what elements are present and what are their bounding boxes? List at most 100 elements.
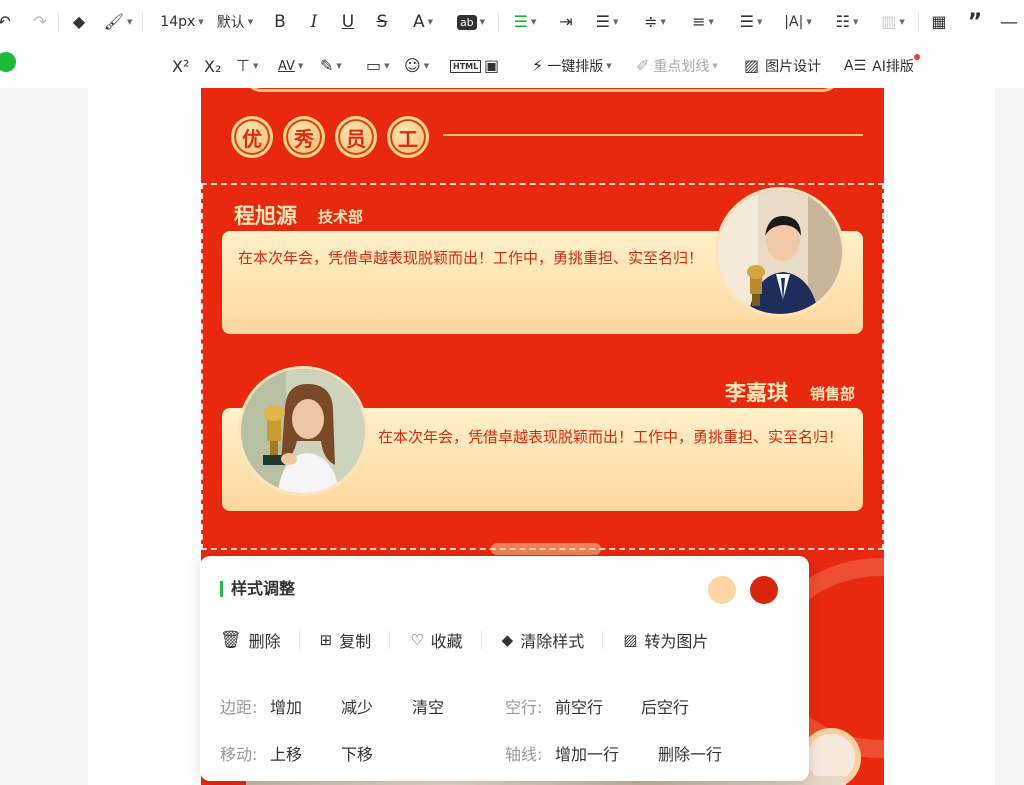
- title-divider: [443, 134, 863, 136]
- font-family-select[interactable]: 默认 ▼: [214, 8, 256, 36]
- emoji-icon[interactable]: ☺ ▼: [404, 52, 436, 80]
- toolbox-icon[interactable]: ▣: [484, 52, 506, 80]
- trash-icon: 🗑: [220, 630, 242, 650]
- ai-layout-label: AI排版: [872, 59, 914, 75]
- image-icon: ▨: [744, 56, 760, 75]
- delete-label: 删除: [248, 632, 281, 651]
- move-label: 移动:: [220, 745, 258, 764]
- font-color-icon[interactable]: A ▼: [406, 8, 440, 36]
- convert-to-image-label: 转为图片: [644, 632, 709, 651]
- color-swatch-red[interactable]: [750, 576, 778, 604]
- employee-description: 在本次年会，凭借卓越表现脱颖而出！工作中，勇挑重担、实至名归！: [238, 249, 704, 267]
- move-up-button[interactable]: 上移: [270, 741, 302, 765]
- letter-spacing-icon[interactable]: |A| ▼: [780, 8, 816, 36]
- title-badge: 秀: [283, 116, 325, 158]
- one-key-layout-label: 一键排版: [547, 59, 604, 75]
- image-design-button[interactable]: ▨ 图片设计: [744, 52, 830, 80]
- lightning-icon: ⚡: [532, 56, 544, 75]
- title-badge: 员: [335, 116, 377, 158]
- font-size-value: 14px: [160, 14, 196, 30]
- copy-label: 复制: [339, 632, 372, 651]
- delete-button[interactable]: 🗑 删除: [220, 628, 299, 652]
- top-frame-decoration: [245, 88, 839, 92]
- paragraph-spacing-icon[interactable]: ≡ ▼: [686, 8, 720, 36]
- ai-text-icon: A☰: [844, 58, 867, 74]
- highlight-underline-label: 重点划线: [653, 59, 710, 75]
- line-height-icon[interactable]: ≑ ▼: [638, 8, 672, 36]
- favorite-label: 收藏: [430, 632, 463, 651]
- font-family-value: 默认: [216, 15, 245, 31]
- move-down-button[interactable]: 下移: [341, 741, 373, 765]
- convert-to-image-button[interactable]: ▨ 转为图片: [623, 628, 726, 652]
- section-title: 优 秀 员 工: [231, 116, 429, 158]
- color-swatch-light[interactable]: [708, 576, 736, 604]
- margin-increase-button[interactable]: 增加: [270, 694, 302, 718]
- list-icon[interactable]: ☷ ▼: [830, 8, 864, 36]
- employee-description: 在本次年会，凭借卓越表现脱颖而出！工作中，勇挑重担、实至名归！: [378, 428, 844, 446]
- copy-icon: ⊞: [319, 631, 333, 649]
- italic-icon[interactable]: I: [304, 8, 324, 36]
- html-icon[interactable]: HTML: [450, 52, 482, 80]
- image-icon: ▨: [623, 631, 638, 649]
- clear-style-button[interactable]: ◆ 清除样式: [502, 628, 603, 652]
- employee-dept: 技术部: [318, 208, 364, 226]
- eraser-icon: ◆: [501, 631, 514, 649]
- popup-title: 样式调整: [220, 581, 295, 597]
- employee-photo: [238, 366, 368, 496]
- align-left-icon[interactable]: ☰ ▼: [508, 8, 542, 36]
- year-decoration: [491, 543, 601, 555]
- underline-icon[interactable]: U: [338, 8, 358, 36]
- employee-dept: 销售部: [810, 385, 856, 403]
- column-icon[interactable]: ▥ ▼: [876, 8, 910, 36]
- employee-name: 程旭源: [234, 204, 297, 228]
- pen-icon: ✐: [636, 56, 650, 75]
- font-size-select[interactable]: 14px ▼: [156, 8, 208, 36]
- style-adjust-popup: 样式调整 🗑 删除 ⊞ 复制 ♡ 收藏 ◆ 清除样式 ▨ 转为图片 边距: 增加 减少 清…: [200, 556, 809, 781]
- ai-layout-button[interactable]: A☰ AI排版: [844, 52, 918, 80]
- clear-style-label: 清除样式: [520, 632, 585, 651]
- divider-icon[interactable]: —: [998, 8, 1020, 36]
- popup-actions: 🗑 删除 ⊞ 复制 ♡ 收藏 ◆ 清除样式 ▨ 转为图片: [220, 628, 726, 652]
- blank-after-button[interactable]: 后空行: [641, 694, 689, 718]
- title-badge: 优: [231, 116, 273, 158]
- favorite-icon: ♡: [410, 631, 424, 649]
- margin-label: 边距:: [220, 698, 258, 717]
- margin-row: 边距:: [220, 694, 257, 718]
- strikethrough-icon[interactable]: S: [372, 8, 392, 36]
- margin-clear-button[interactable]: 清空: [412, 694, 444, 718]
- highlight-icon[interactable]: ab ▼: [454, 8, 488, 36]
- undo-icon[interactable]: ↶: [0, 8, 14, 36]
- notification-dot: [914, 54, 920, 60]
- image-design-label: 图片设计: [765, 59, 822, 75]
- redo-icon[interactable]: ↷: [30, 8, 50, 36]
- vertical-align-icon[interactable]: ⊤ ▼: [236, 52, 268, 80]
- char-spacing-icon[interactable]: AV ▼: [278, 52, 310, 80]
- add-row-button[interactable]: 增加一行: [555, 741, 619, 765]
- employee-name: 李嘉琪: [725, 381, 788, 405]
- favorite-button[interactable]: ♡ 收藏: [410, 628, 480, 652]
- quote-icon[interactable]: ”: [964, 8, 986, 36]
- copy-button[interactable]: ⊞ 复制: [320, 628, 390, 652]
- bold-icon[interactable]: B: [270, 8, 290, 36]
- table-icon[interactable]: ▦: [928, 8, 950, 36]
- blank-before-button[interactable]: 前空行: [555, 694, 603, 718]
- magic-wand-icon[interactable]: ✎ ▼: [320, 52, 352, 80]
- format-painter-icon[interactable]: 🖌 ▼: [104, 8, 133, 36]
- text-indent-icon[interactable]: ☰ ▼: [734, 8, 768, 36]
- blank-line-label: 空行:: [505, 698, 543, 717]
- one-key-layout-button[interactable]: ⚡ 一键排版 ▼: [532, 52, 624, 80]
- highlight-underline-button[interactable]: ✐ 重点划线 ▼: [636, 52, 728, 80]
- title-badge: 工: [387, 116, 429, 158]
- subscript-icon[interactable]: X₂: [204, 52, 228, 80]
- chart-icon[interactable]: ▭ ▼: [366, 52, 398, 80]
- employee-photo: [715, 187, 845, 317]
- axis-label: 轴线:: [505, 745, 543, 764]
- eraser-icon[interactable]: ◆: [68, 8, 90, 36]
- delete-row-button[interactable]: 删除一行: [658, 741, 722, 765]
- superscript-icon[interactable]: X²: [172, 52, 196, 80]
- formatting-toolbar-row2: X² X₂ ⊤ ▼ AV ▼ ✎ ▼ ▭ ▼ ☺ ▼ HTML ▣ ⚡ 一键排版 ▼ ✐ 重点划…: [0, 44, 1024, 88]
- indent-icon[interactable]: ⇥: [556, 8, 576, 36]
- formatting-toolbar: ↶ ↷ ◆ 🖌 ▼ 14px ▼ 默认 ▼ B I U S A ▼ ab ▼ ☰ ▼ ⇥ ☰…: [0, 0, 1024, 44]
- margin-decrease-button[interactable]: 减少: [341, 694, 373, 718]
- outdent-icon[interactable]: ☰ ▼: [590, 8, 624, 36]
